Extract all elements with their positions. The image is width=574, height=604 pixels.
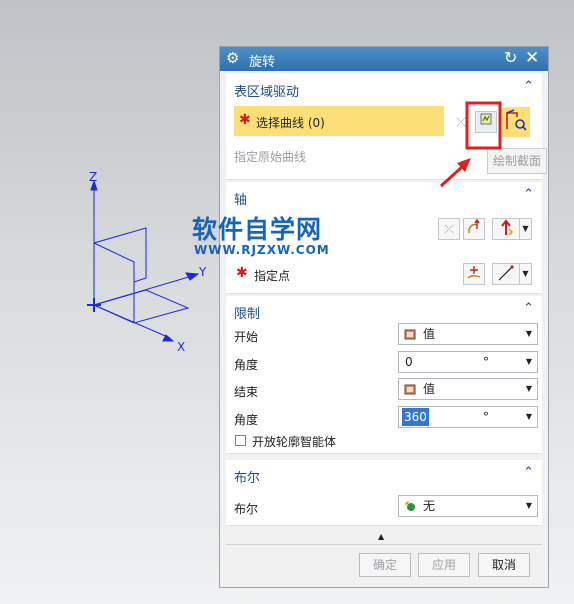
- watermark-url: WWW.RJZXW.COM: [194, 243, 330, 257]
- annotation-overlay: [439, 101, 502, 188]
- site-watermark: 软件自学网 WWW.RJZXW.COM: [192, 210, 352, 270]
- highlight-box: [465, 101, 502, 150]
- annotation-arrow-line: [439, 165, 464, 188]
- watermark-title: 软件自学网: [192, 215, 323, 244]
